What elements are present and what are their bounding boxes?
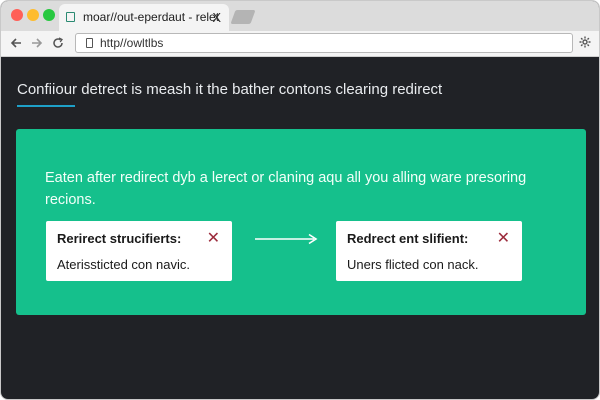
card-text: Uners flicted con nack.: [347, 257, 479, 272]
arrow-right-icon: [32, 38, 43, 48]
forward-button[interactable]: [31, 34, 43, 49]
page-title: Confiiour detrect is meash it the bather…: [17, 81, 443, 98]
window-maximize-button[interactable]: [43, 9, 55, 21]
card-close-icon[interactable]: ✕: [207, 228, 220, 248]
tab-active[interactable]: moar//out-eperdaut - relet X: [59, 4, 229, 31]
browser-window: moar//out-eperdaut - relet X http//owltl…: [0, 0, 600, 400]
browser-toolbar: http//owltlbs: [1, 31, 599, 57]
redirect-panel: Eaten after redirect dyb a lerect or cla…: [16, 129, 586, 315]
reload-button[interactable]: [52, 34, 64, 49]
gear-icon: [579, 36, 591, 48]
arrow-left-icon: [10, 38, 21, 48]
card-text: Aterissticted con navic.: [57, 257, 190, 272]
page-icon: [66, 12, 75, 22]
redirect-card-source: Rerirect strucifierts: ✕ Aterissticted c…: [46, 221, 232, 281]
tab-title: moar//out-eperdaut - relet: [83, 10, 220, 24]
card-title: Redrect ent slifient:: [347, 231, 469, 246]
window-minimize-button[interactable]: [27, 9, 39, 21]
back-button[interactable]: [10, 34, 22, 49]
reload-icon: [53, 37, 63, 48]
tab-strip: moar//out-eperdaut - relet X: [1, 1, 599, 31]
panel-description: Eaten after redirect dyb a lerect or cla…: [45, 170, 527, 208]
title-underline: [17, 105, 75, 107]
lock-icon: [86, 38, 93, 48]
tab-close-button[interactable]: X: [212, 4, 221, 31]
url-text: http//owltlbs: [100, 36, 164, 50]
extension-button[interactable]: [579, 36, 591, 48]
new-tab-button[interactable]: [230, 10, 256, 24]
redirect-card-target: Redrect ent slifient: ✕ Uners flicted co…: [336, 221, 522, 281]
arrow-right-icon: [255, 233, 318, 245]
card-close-icon[interactable]: ✕: [497, 228, 510, 248]
window-close-button[interactable]: [11, 9, 23, 21]
card-title: Rerirect strucifierts:: [57, 231, 182, 246]
address-bar[interactable]: http//owltlbs: [75, 33, 573, 53]
